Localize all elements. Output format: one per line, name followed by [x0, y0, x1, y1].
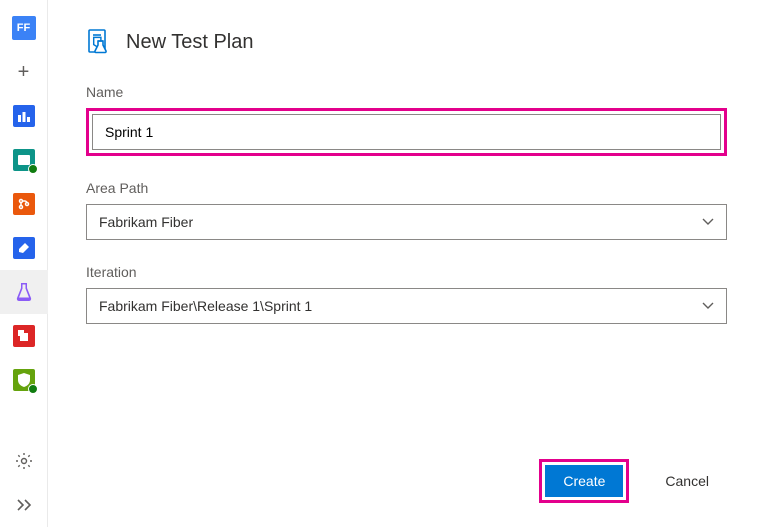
sidebar-repos[interactable] [0, 182, 48, 226]
page-title: New Test Plan [126, 31, 253, 54]
sidebar-compliance[interactable] [0, 358, 48, 402]
artifacts-icon [13, 325, 35, 347]
iteration-value: Fabrikam Fiber\Release 1\Sprint 1 [99, 298, 312, 314]
repos-icon [13, 193, 35, 215]
iteration-label: Iteration [86, 264, 727, 280]
area-path-label: Area Path [86, 180, 727, 196]
field-area-path: Area Path Fabrikam Fiber [86, 180, 727, 240]
sidebar-pipelines[interactable] [0, 226, 48, 270]
sidebar-expand[interactable] [0, 483, 48, 527]
chevron-double-right-icon [15, 498, 33, 512]
pipelines-icon [13, 237, 35, 259]
sidebar-boards[interactable] [0, 138, 48, 182]
compliance-icon [13, 369, 35, 391]
area-path-select[interactable]: Fabrikam Fiber [86, 204, 727, 240]
chevron-down-icon [702, 302, 714, 310]
sidebar-add[interactable]: + [0, 50, 48, 94]
page-header: New Test Plan [86, 28, 727, 56]
sidebar-settings[interactable] [0, 439, 48, 483]
overview-icon [13, 105, 35, 127]
test-plans-icon [13, 281, 35, 303]
iteration-select[interactable]: Fabrikam Fiber\Release 1\Sprint 1 [86, 288, 727, 324]
sidebar-test-plans[interactable] [0, 270, 48, 314]
area-path-value: Fabrikam Fiber [99, 214, 193, 230]
test-plan-header-icon [86, 28, 112, 56]
field-iteration: Iteration Fabrikam Fiber\Release 1\Sprin… [86, 264, 727, 324]
plus-icon: + [18, 61, 30, 84]
chevron-down-icon [702, 218, 714, 226]
sidebar-overview[interactable] [0, 94, 48, 138]
sidebar-artifacts[interactable] [0, 314, 48, 358]
main-content: New Test Plan Name Area Path Fabrikam Fi… [48, 0, 765, 527]
field-name: Name [86, 84, 727, 156]
create-button[interactable]: Create [545, 465, 623, 497]
dialog-footer: Create Cancel [86, 439, 727, 503]
gear-icon [15, 452, 33, 470]
boards-icon [13, 149, 35, 171]
name-label: Name [86, 84, 727, 100]
project-logo-icon: FF [12, 16, 36, 40]
sidebar: FF + [0, 0, 48, 527]
sidebar-project-logo[interactable]: FF [0, 6, 48, 50]
cancel-button[interactable]: Cancel [647, 465, 727, 497]
name-input[interactable] [92, 114, 721, 150]
